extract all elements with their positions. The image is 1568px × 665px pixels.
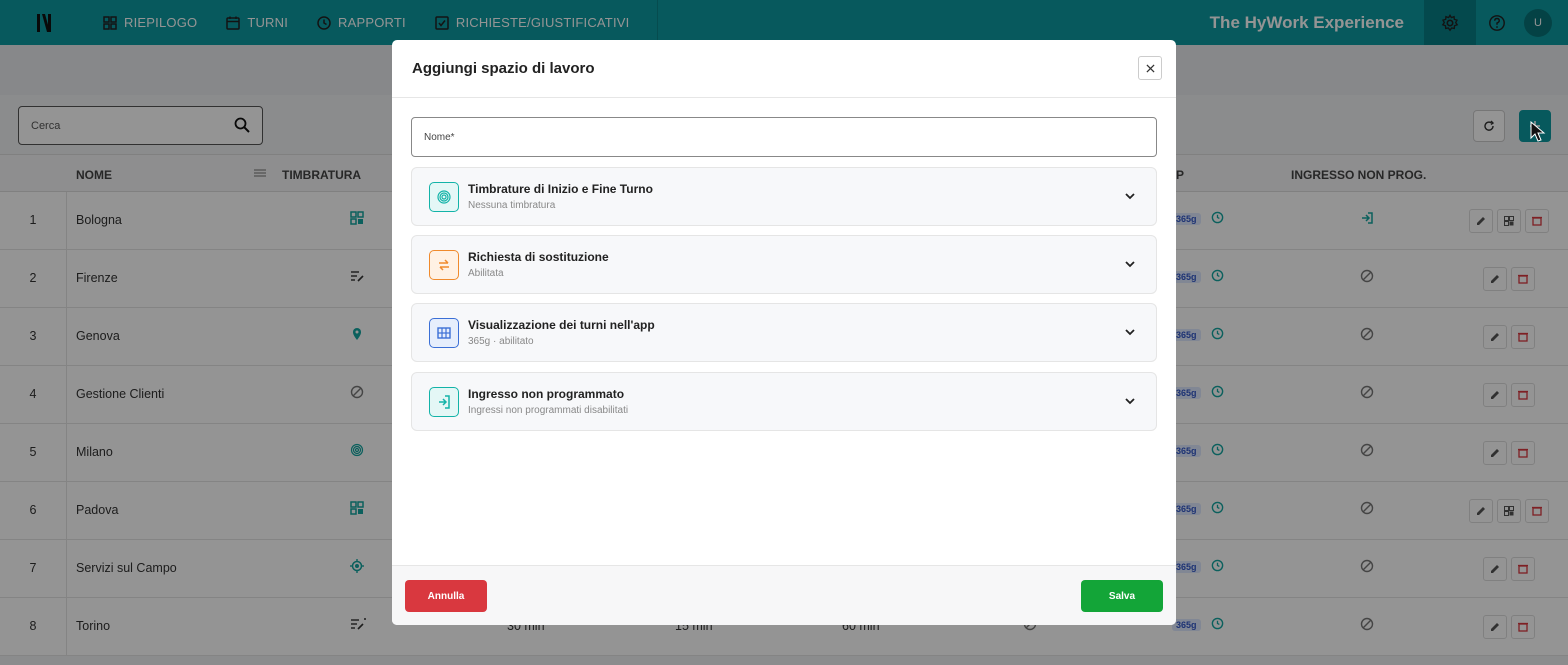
section-title: Timbrature di Inizio e Fine Turno bbox=[468, 182, 653, 196]
fingerprint-icon bbox=[429, 181, 459, 212]
section-subtitle: Ingressi non programmati disabilitati bbox=[468, 405, 629, 416]
chevron-down-icon bbox=[1125, 398, 1135, 405]
login-icon bbox=[429, 386, 459, 417]
swap-icon bbox=[429, 249, 459, 280]
section-ingresso-non-programmato[interactable]: Ingresso non programmato Ingressi non pr… bbox=[411, 372, 1157, 431]
modal-footer: Annulla Salva bbox=[392, 565, 1176, 625]
section-subtitle: Abilitata bbox=[468, 268, 504, 279]
section-subtitle: Nessuna timbratura bbox=[468, 200, 556, 211]
chevron-down-icon bbox=[1125, 261, 1135, 268]
section-title: Visualizzazione dei turni nell'app bbox=[468, 318, 655, 332]
section-title: Ingresso non programmato bbox=[468, 387, 625, 401]
name-field[interactable]: Nome* bbox=[411, 117, 1157, 157]
close-icon bbox=[1145, 63, 1155, 73]
save-button[interactable]: Salva bbox=[1081, 580, 1163, 612]
table-icon bbox=[429, 317, 459, 348]
section-timbrature[interactable]: Timbrature di Inizio e Fine Turno Nessun… bbox=[411, 167, 1157, 226]
section-sostituzione[interactable]: Richiesta di sostituzione Abilitata bbox=[411, 235, 1157, 294]
chevron-down-icon bbox=[1125, 193, 1135, 200]
modal-header: Aggiungi spazio di lavoro bbox=[392, 40, 1176, 98]
cancel-button[interactable]: Annulla bbox=[405, 580, 487, 612]
mouse-cursor-icon bbox=[1530, 121, 1546, 142]
section-subtitle: 365g · abilitato bbox=[468, 336, 534, 347]
chevron-down-icon bbox=[1125, 329, 1135, 336]
add-workspace-modal: Aggiungi spazio di lavoro Nome* Timbratu… bbox=[392, 40, 1176, 625]
name-placeholder: Nome* bbox=[424, 131, 455, 143]
modal-title: Aggiungi spazio di lavoro bbox=[412, 60, 595, 77]
section-title: Richiesta di sostituzione bbox=[468, 250, 609, 264]
close-button[interactable] bbox=[1138, 56, 1162, 80]
section-visualizzazione-turni[interactable]: Visualizzazione dei turni nell'app 365g … bbox=[411, 303, 1157, 362]
